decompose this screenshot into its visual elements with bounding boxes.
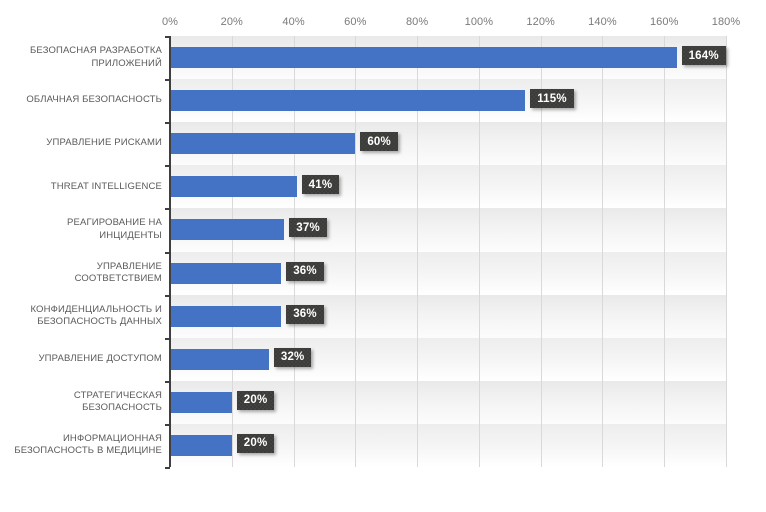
bar-row[interactable] <box>170 165 726 208</box>
bar[interactable] <box>170 305 282 327</box>
x-tick-label: 120% <box>526 16 555 28</box>
category-label: ИНФОРМАЦИОННАЯ БЕЗОПАСНОСТЬ В МЕДИЦИНЕ <box>10 424 170 467</box>
data-label-badge: 37% <box>289 218 327 238</box>
category-label-line: THREAT INTELLIGENCE <box>50 180 162 192</box>
bar-row[interactable] <box>170 122 726 165</box>
category-label: УПРАВЛЕНИЕ РИСКАМИ <box>10 122 170 165</box>
data-label-badge: 60% <box>360 132 398 152</box>
category-label: БЕЗОПАСНАЯ РАЗРАБОТКА ПРИЛОЖЕНИЙ <box>10 36 170 79</box>
category-label: УПРАВЛЕНИЕ СООТВЕТСТВИЕМ <box>10 252 170 295</box>
data-label-badge: 41% <box>302 175 340 195</box>
bar[interactable] <box>170 133 356 155</box>
x-tick-label: 80% <box>405 16 429 28</box>
category-label-line: ПРИЛОЖЕНИЙ <box>91 57 162 69</box>
gridline <box>726 36 727 467</box>
y-axis-tick <box>165 467 170 469</box>
category-label-line: ИНЦИДЕНТЫ <box>99 229 162 241</box>
category-label-line: УПРАВЛЕНИЕ <box>96 260 162 272</box>
x-tick-label: 160% <box>649 16 679 28</box>
bar[interactable] <box>170 176 297 198</box>
bar[interactable] <box>170 90 526 112</box>
category-label-line: ОБЛАЧНАЯ БЕЗОПАСНОСТЬ <box>26 94 162 106</box>
category-label: КОНФИДЕНЦИАЛЬНОСТЬ И БЕЗОПАСНОСТЬ ДАННЫХ <box>10 295 170 338</box>
bar[interactable] <box>170 47 677 68</box>
x-tick-label: 20% <box>220 16 243 28</box>
bar-row[interactable] <box>170 79 726 122</box>
bar-row[interactable] <box>170 36 726 79</box>
category-label-line: ИНФОРМАЦИОННАЯ <box>62 432 162 444</box>
x-axis-tick-labels: 0% 20% 40% 60% 80% 100% 120% 140% 160% 180% <box>0 15 766 33</box>
category-label-line: УПРАВЛЕНИЕ ДОСТУПОМ <box>38 352 162 364</box>
x-tick-label: 140% <box>588 16 617 28</box>
bar[interactable] <box>170 262 282 284</box>
bar[interactable] <box>170 348 269 370</box>
x-tick-label: 0% <box>161 16 179 28</box>
category-label-line: БЕЗОПАСНОСТЬ ДАННЫХ <box>37 316 162 328</box>
category-label: ОБЛАЧНАЯ БЕЗОПАСНОСТЬ <box>10 79 170 122</box>
bar[interactable] <box>170 391 232 413</box>
category-label: РЕАГИРОВАНИЕ НА ИНЦИДЕНТЫ <box>10 208 170 251</box>
bar-row[interactable] <box>170 252 726 295</box>
x-tick-label: 40% <box>282 16 305 28</box>
bar-chart: 0% 20% 40% 60% 80% 100% 120% 140% 160% 180% 164% 1… <box>0 0 766 512</box>
data-label-badge: 20% <box>237 433 275 453</box>
data-label-badge: 115% <box>530 89 574 109</box>
y-axis-category-labels: БЕЗОПАСНАЯ РАЗРАБОТКА ПРИЛОЖЕНИЙ ОБЛАЧНАЯ … <box>0 36 170 467</box>
bar-row[interactable] <box>170 208 726 251</box>
x-tick-label: 180% <box>711 16 741 28</box>
data-label-badge: 32% <box>274 347 312 367</box>
category-label-line: БЕЗОПАСНОСТЬ <box>82 402 162 414</box>
data-label-badge: 20% <box>237 390 275 410</box>
category-label: УПРАВЛЕНИЕ ДОСТУПОМ <box>10 338 170 381</box>
bar[interactable] <box>170 434 232 456</box>
x-tick-label: 60% <box>344 16 367 28</box>
category-label-line: СООТВЕТСТВИЕМ <box>74 273 162 285</box>
category-label-line: БЕЗОПАСНАЯ РАЗРАБОТКА <box>30 45 162 57</box>
bar-row[interactable] <box>170 338 726 381</box>
category-label: СТРАТЕГИЧЕСКАЯ БЕЗОПАСНОСТЬ <box>10 381 170 424</box>
x-tick-label: 100% <box>464 16 494 28</box>
data-label-badge: 164% <box>682 46 726 65</box>
bar[interactable] <box>170 219 285 241</box>
category-label-line: БЕЗОПАСНОСТЬ В МЕДИЦИНЕ <box>14 445 162 457</box>
data-label-badge: 36% <box>286 304 324 324</box>
category-label-line: УПРАВЛЕНИЕ РИСКАМИ <box>46 137 162 149</box>
category-label-line: КОНФИДЕНЦИАЛЬНОСТЬ И <box>30 303 162 315</box>
data-label-badge: 36% <box>286 261 324 281</box>
category-label: THREAT INTELLIGENCE <box>10 165 170 208</box>
plot-area: 164% 115% 60% 41% 37% 36% 36% 32% 20% 20% <box>170 36 727 467</box>
bar-row[interactable] <box>170 295 726 338</box>
category-label-line: РЕАГИРОВАНИЕ НА <box>67 217 162 229</box>
category-label-line: СТРАТЕГИЧЕСКАЯ <box>73 389 162 401</box>
